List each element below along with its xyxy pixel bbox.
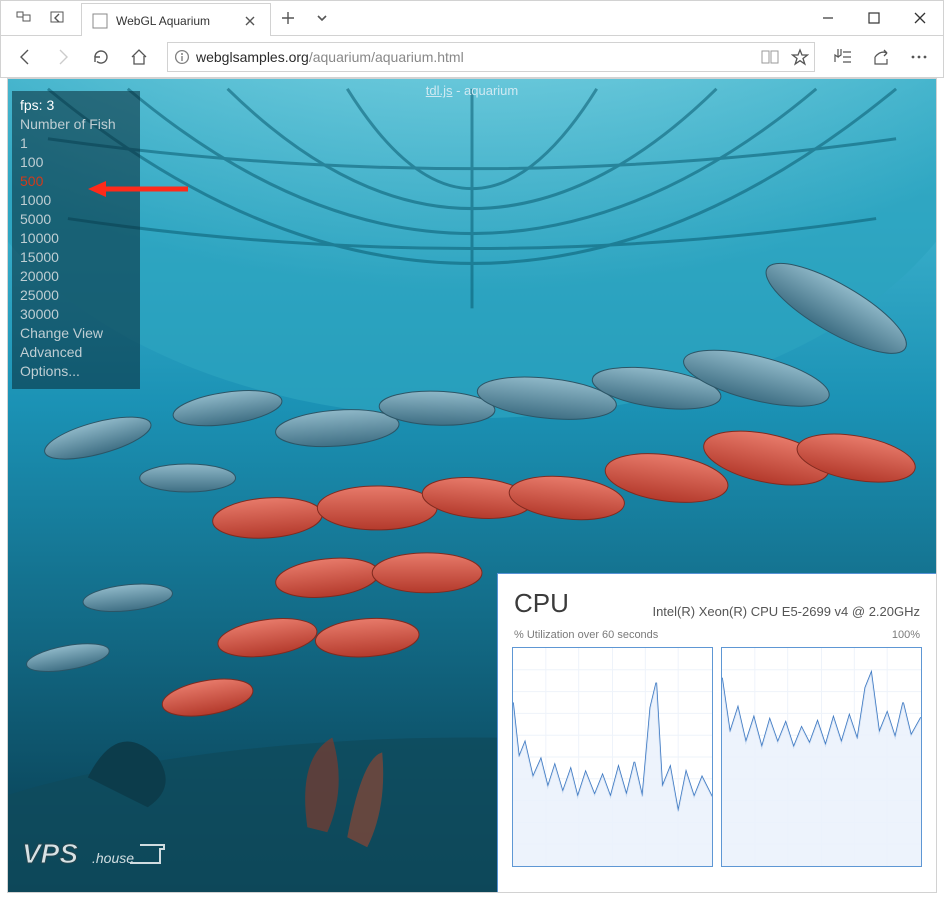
- fish-count-option-20000[interactable]: 20000: [20, 267, 132, 286]
- cpu-graph-core-2: [721, 647, 922, 867]
- site-info-icon[interactable]: [168, 49, 196, 65]
- fish-count-option-25000[interactable]: 25000: [20, 286, 132, 305]
- favorite-star-icon[interactable]: [788, 45, 812, 69]
- browser-toolbar: webglsamples.org/aquarium/aquarium.html: [0, 36, 944, 78]
- cpu-graphs: [498, 643, 936, 881]
- tdljs-link[interactable]: tdl.js: [426, 83, 453, 98]
- page-header-link: tdl.js - aquarium: [426, 83, 519, 98]
- cpu-graph-core-1: [512, 647, 713, 867]
- url-host: webglsamples.org: [196, 49, 309, 65]
- window-titlebar: WebGL Aquarium: [0, 0, 944, 36]
- fish-count-option-100[interactable]: 100: [20, 153, 132, 172]
- fish-count-option-10000[interactable]: 10000: [20, 229, 132, 248]
- tab-title: WebGL Aquarium: [116, 14, 232, 28]
- advanced-option[interactable]: Advanced: [20, 343, 132, 362]
- refresh-button[interactable]: [83, 39, 119, 75]
- fps-counter: fps: 3: [20, 97, 132, 113]
- tab-close-button[interactable]: [240, 11, 260, 31]
- fish-count-option-15000[interactable]: 15000: [20, 248, 132, 267]
- browser-tab[interactable]: WebGL Aquarium: [81, 3, 271, 37]
- set-aside-tabs-icon[interactable]: [41, 0, 75, 36]
- cpu-title: CPU: [514, 588, 569, 619]
- window-minimize-button[interactable]: [805, 1, 851, 35]
- cpu-sub-right: 100%: [892, 629, 920, 641]
- window-close-button[interactable]: [897, 1, 943, 35]
- window-maximize-button[interactable]: [851, 1, 897, 35]
- tab-favicon-icon: [92, 13, 108, 29]
- fish-count-option-5000[interactable]: 5000: [20, 210, 132, 229]
- vps-house-watermark: VPS .house: [22, 833, 172, 882]
- svg-text:.house: .house: [92, 850, 134, 866]
- cpu-perf-window[interactable]: CPU Intel(R) Xeon(R) CPU E5-2699 v4 @ 2.…: [497, 573, 937, 893]
- address-bar[interactable]: webglsamples.org/aquarium/aquarium.html: [167, 42, 815, 72]
- page-viewport: tdl.js - aquarium fps: 3 Number of Fish …: [7, 78, 937, 893]
- annotation-arrow-icon: [88, 179, 188, 204]
- reading-view-icon[interactable]: [758, 45, 782, 69]
- window-controls: [805, 1, 943, 35]
- share-icon[interactable]: [863, 39, 899, 75]
- fps-value: 3: [46, 97, 54, 113]
- url-text: webglsamples.org/aquarium/aquarium.html: [196, 49, 464, 65]
- favorites-list-icon[interactable]: [825, 39, 861, 75]
- back-button[interactable]: [7, 39, 43, 75]
- tabs-menu-caret-icon[interactable]: [305, 1, 339, 35]
- aquarium-options-overlay: fps: 3 Number of Fish 110050010005000100…: [12, 91, 140, 389]
- forward-button[interactable]: [45, 39, 81, 75]
- url-path: /aquarium/aquarium.html: [309, 49, 464, 65]
- change-view-option[interactable]: Change View: [20, 324, 132, 343]
- options-link[interactable]: Options...: [20, 362, 132, 381]
- titlebar-left-icons: [1, 1, 81, 35]
- cpu-sub-left: % Utilization over 60 seconds: [514, 629, 658, 641]
- fish-count-option-30000[interactable]: 30000: [20, 305, 132, 324]
- num-fish-label: Number of Fish: [20, 115, 132, 134]
- settings-more-icon[interactable]: [901, 39, 937, 75]
- fish-count-option-1[interactable]: 1: [20, 134, 132, 153]
- cpu-model: Intel(R) Xeon(R) CPU E5-2699 v4 @ 2.20GH…: [652, 604, 920, 619]
- home-button[interactable]: [121, 39, 157, 75]
- recent-activity-icon[interactable]: [7, 0, 41, 36]
- new-tab-button[interactable]: [271, 1, 305, 35]
- svg-text:VPS: VPS: [22, 838, 78, 869]
